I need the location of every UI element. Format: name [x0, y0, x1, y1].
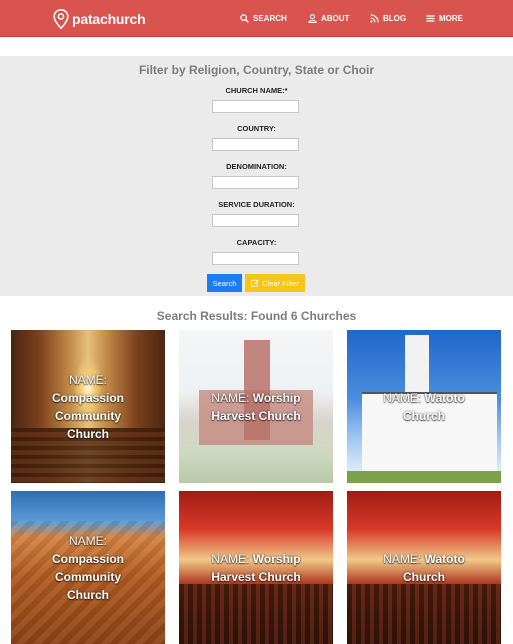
name-prefix: NAME:	[383, 551, 422, 566]
church-card-caption: NAME: Watoto Church	[347, 491, 501, 644]
user-icon	[308, 14, 317, 23]
church-card-caption: NAME: Watoto Church	[347, 330, 501, 483]
results-title: Search Results: Found 6 Churches	[156, 309, 357, 323]
country-input[interactable]	[212, 138, 299, 151]
church-card[interactable]: NAME: Compassion Community Church	[11, 330, 165, 483]
name-prefix: NAME:	[211, 390, 250, 405]
denomination-input[interactable]	[212, 176, 299, 189]
rss-icon	[370, 14, 379, 23]
map-pin-icon	[53, 9, 69, 29]
denomination-label: DENOMINATION:	[226, 162, 287, 171]
clear-filter-button[interactable]: Clear Filter	[245, 274, 305, 292]
nav-search-label: SEARCH	[253, 14, 287, 23]
capacity-label: CAPACITY:	[236, 238, 277, 247]
brand-name: patachurch	[72, 11, 146, 27]
header-spacer	[0, 37, 513, 56]
nav-more-label: MORE	[439, 14, 463, 23]
church-card-caption: NAME: Compassion Community Church	[11, 330, 165, 483]
church-card[interactable]: NAME: Watoto Church	[347, 330, 501, 483]
name-prefix: NAME:	[211, 551, 250, 566]
nav-about-label: ABOUT	[321, 14, 350, 23]
name-prefix: NAME:	[68, 372, 107, 387]
service-duration-input[interactable]	[212, 214, 299, 227]
country-label: COUNTRY:	[237, 124, 276, 133]
church-card[interactable]: NAME: Worship Harvest Church	[179, 330, 333, 483]
church-name-input[interactable]	[212, 100, 299, 113]
church-card-caption: NAME: Compassion Community Church	[11, 491, 165, 644]
nav-blog[interactable]: BLOG	[370, 14, 406, 23]
nav-more[interactable]: MORE	[426, 14, 463, 23]
filter-panel: Filter by Religion, Country, State or Ch…	[0, 56, 513, 296]
church-card[interactable]: NAME: Watoto Church	[347, 491, 501, 644]
brand-logo-link[interactable]: patachurch	[53, 9, 146, 29]
search-icon	[240, 14, 249, 23]
menu-icon	[426, 15, 435, 22]
search-button[interactable]: Search	[207, 274, 242, 292]
church-card[interactable]: NAME: Compassion Community Church	[11, 491, 165, 644]
clear-filter-label: Clear Filter	[262, 278, 299, 288]
edit-icon	[251, 279, 259, 287]
church-card[interactable]: NAME: Worship Harvest Church	[179, 491, 333, 644]
church-card-caption: NAME: Worship Harvest Church	[179, 491, 333, 644]
nav-search[interactable]: SEARCH	[240, 14, 287, 23]
capacity-input[interactable]	[212, 252, 299, 265]
nav-blog-label: BLOG	[383, 14, 407, 23]
nav-about[interactable]: ABOUT	[308, 14, 349, 23]
church-name-label: CHURCH NAME:*	[225, 86, 288, 95]
name-prefix: NAME:	[383, 390, 422, 405]
church-name: Compassion Community Church	[51, 390, 124, 441]
church-name: Compassion Community Church	[51, 551, 124, 602]
service-duration-label: SERVICE DURATION:	[218, 200, 295, 209]
filter-title: Filter by Religion, Country, State or Ch…	[138, 63, 375, 77]
top-navbar: patachurch SEARCH ABOUT BLOG MORE	[0, 0, 513, 37]
church-card-caption: NAME: Worship Harvest Church	[179, 330, 333, 483]
name-prefix: NAME:	[68, 533, 107, 548]
search-button-label: Search	[212, 278, 237, 288]
